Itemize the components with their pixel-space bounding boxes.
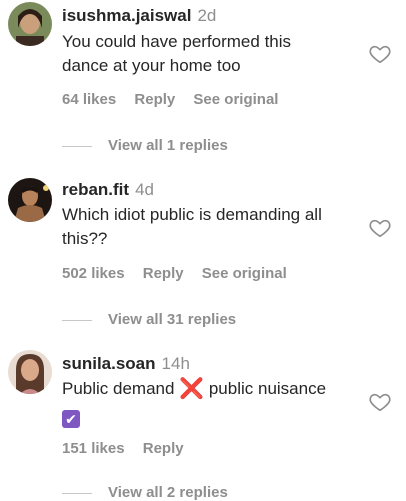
comment-text-line: Public demand ❌ public nuisance [62, 377, 354, 401]
avatar[interactable] [8, 2, 52, 46]
username[interactable]: reban.fit 4d [62, 180, 154, 200]
comment-text: Public demand ❌ public nuisance ✔ [62, 377, 354, 428]
username-text[interactable]: isushma.jaiswal [62, 6, 191, 25]
reply-button[interactable]: Reply [134, 91, 175, 108]
comment-text-part: Public demand [62, 379, 175, 398]
view-replies-label[interactable]: View all 2 replies [108, 484, 228, 501]
comment-text-line: Which idiot public is demanding all [62, 205, 322, 224]
comment-meta: 64 likes Reply See original [62, 91, 292, 108]
divider-line [62, 319, 92, 321]
comment-text: Which idiot public is demanding all this… [62, 203, 354, 251]
reply-button[interactable]: Reply [143, 265, 184, 282]
comment-text-part: public nuisance [208, 379, 327, 398]
likes-count[interactable]: 502 likes [62, 265, 125, 282]
comment-text-line: ✔ [62, 404, 354, 428]
heart-outline-icon[interactable] [369, 217, 391, 239]
comment-age: 2d [197, 6, 217, 25]
cross-mark-emoji: ❌ [179, 378, 205, 400]
heart-outline-icon[interactable] [369, 391, 391, 413]
avatar[interactable] [8, 178, 52, 222]
view-replies-button[interactable]: View all 31 replies [62, 311, 236, 328]
avatar[interactable] [8, 350, 52, 394]
comment-text: You could have performed this dance at y… [62, 30, 354, 78]
comment-age: 4d [135, 180, 154, 199]
check-mark-emoji: ✔ [62, 410, 80, 428]
see-original-link[interactable]: See original [193, 91, 278, 108]
divider-line [62, 145, 92, 147]
username-text[interactable]: sunila.soan [62, 354, 156, 373]
view-replies-button[interactable]: View all 1 replies [62, 137, 228, 154]
comment-text-line: dance at your home too [62, 56, 241, 75]
username[interactable]: isushma.jaiswal 2d [62, 6, 216, 26]
comment-meta: 151 likes Reply [62, 440, 198, 457]
reply-button[interactable]: Reply [143, 440, 184, 457]
view-replies-label[interactable]: View all 31 replies [108, 311, 236, 328]
comment-meta: 502 likes Reply See original [62, 265, 301, 282]
comment-age: 14h [161, 354, 190, 373]
username[interactable]: sunila.soan 14h [62, 354, 190, 374]
username-text[interactable]: reban.fit [62, 180, 129, 199]
comment-text-line: You could have performed this [62, 32, 292, 51]
divider-line [62, 492, 92, 494]
view-replies-label[interactable]: View all 1 replies [108, 137, 228, 154]
likes-count[interactable]: 151 likes [62, 440, 125, 457]
view-replies-button[interactable]: View all 2 replies [62, 484, 228, 501]
likes-count[interactable]: 64 likes [62, 91, 116, 108]
see-original-link[interactable]: See original [202, 265, 287, 282]
heart-outline-icon[interactable] [369, 43, 391, 65]
comment-text-line: this?? [62, 229, 108, 248]
